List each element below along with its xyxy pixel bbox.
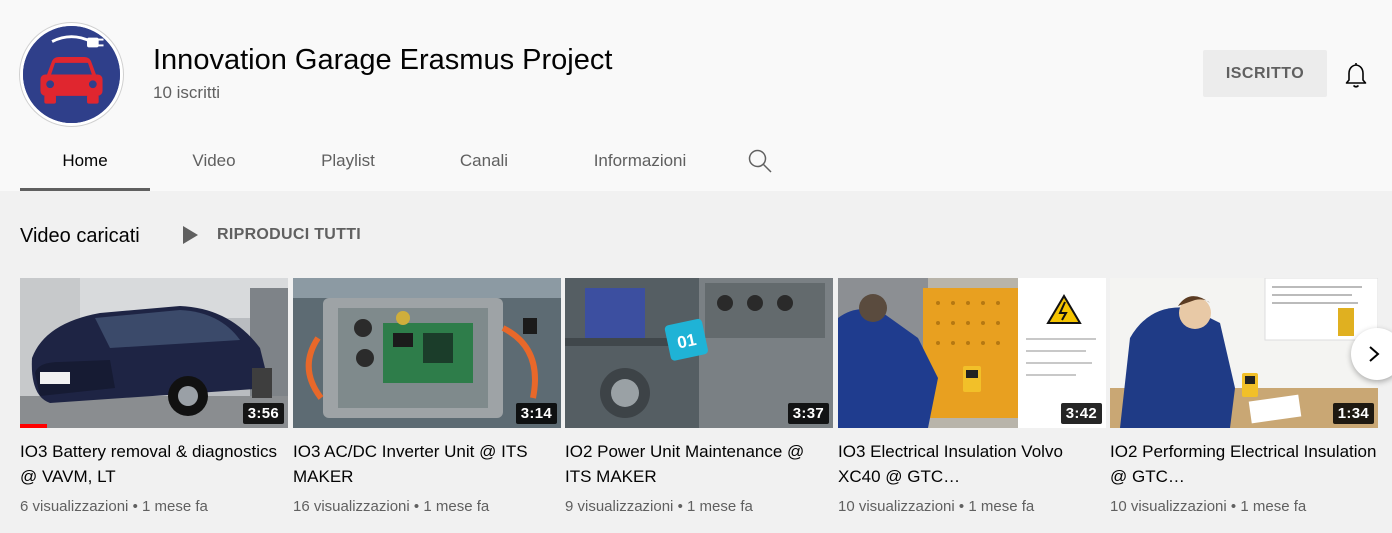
video-title[interactable]: IO3 Electrical Insulation Volvo XC40 @ G…: [838, 439, 1106, 489]
tab-video[interactable]: Video: [150, 130, 278, 191]
channel-avatar[interactable]: [20, 23, 123, 126]
play-all-label: RIPRODUCI TUTTI: [217, 226, 362, 243]
video-card[interactable]: 1:34 IO2 Performing Electrical Insulatio…: [1110, 278, 1378, 515]
subscribed-button[interactable]: ISCRITTO: [1203, 50, 1327, 97]
video-duration: 1:34: [1332, 403, 1374, 424]
video-duration: 3:56: [242, 403, 284, 424]
watch-progress-bar: [20, 424, 47, 428]
tab-canali[interactable]: Canali: [418, 130, 550, 191]
video-title[interactable]: IO3 Battery removal & diagnostics @ VAVM…: [20, 439, 288, 489]
video-title[interactable]: IO3 AC/DC Inverter Unit @ ITS MAKER: [293, 439, 561, 489]
video-title[interactable]: IO2 Performing Electrical Insulation @ G…: [1110, 439, 1378, 489]
tab-informazioni[interactable]: Informazioni: [550, 130, 730, 191]
tab-label: Informazioni: [593, 150, 687, 170]
subscriber-count: 10 iscritti: [153, 83, 221, 102]
channel-header: Innovation Garage Erasmus Project 10 isc…: [0, 0, 1392, 191]
video-meta: 16 visualizzazioni • 1 mese fa: [293, 498, 561, 515]
tab-label: Playlist: [321, 150, 375, 170]
video-meta: 6 visualizzazioni • 1 mese fa: [20, 498, 288, 515]
tab-playlist[interactable]: Playlist: [278, 130, 418, 191]
video-thumbnail[interactable]: 1:34: [1110, 278, 1378, 428]
view-count: 6 visualizzazioni: [20, 498, 129, 515]
video-duration: 3:37: [787, 403, 829, 424]
video-title[interactable]: IO2 Power Unit Maintenance @ ITS MAKER: [565, 439, 833, 489]
meta-separator: •: [677, 498, 683, 515]
upload-age: 1 mese fa: [968, 498, 1035, 515]
video-thumbnail[interactable]: 01 3:37: [565, 278, 833, 428]
upload-age: 1 mese fa: [423, 498, 490, 515]
channel-content: Video caricati RIPRODUCI TUTTI 3:56 IO3 …: [0, 191, 1392, 533]
view-count: 10 visualizzazioni: [1110, 498, 1227, 515]
video-thumbnail[interactable]: 3:56: [20, 278, 288, 428]
shelf-title: Video caricati: [20, 225, 140, 247]
step-badge: 01: [675, 330, 697, 353]
view-count: 16 visualizzazioni: [293, 498, 410, 515]
tab-label: Video: [192, 150, 236, 170]
video-duration: 3:14: [515, 403, 557, 424]
play-all-button[interactable]: RIPRODUCI TUTTI: [181, 225, 361, 245]
upload-age: 1 mese fa: [687, 498, 753, 515]
video-card[interactable]: 3:14 IO3 AC/DC Inverter Unit @ ITS MAKER…: [293, 278, 561, 515]
video-meta: 9 visualizzazioni • 1 mese fa: [565, 498, 833, 515]
bell-icon[interactable]: [1340, 58, 1372, 92]
tab-home[interactable]: Home: [20, 130, 150, 191]
play-icon: [183, 226, 198, 244]
channel-tabs: Home Video Playlist Canali Informazioni: [20, 130, 790, 191]
video-thumbnail[interactable]: 3:14: [293, 278, 561, 428]
tab-label: Home: [62, 150, 108, 170]
video-card[interactable]: 3:42 IO3 Electrical Insulation Volvo XC4…: [838, 278, 1106, 515]
upload-age: 1 mese fa: [1240, 498, 1307, 515]
meta-separator: •: [1230, 498, 1237, 515]
channel-title: Innovation Garage Erasmus Project: [153, 44, 613, 76]
video-duration: 3:42: [1060, 403, 1102, 424]
meta-separator: •: [413, 498, 420, 515]
video-card[interactable]: 3:56 IO3 Battery removal & diagnostics @…: [20, 278, 288, 515]
view-count: 9 visualizzazioni: [565, 498, 674, 515]
upload-age: 1 mese fa: [142, 498, 208, 515]
video-meta: 10 visualizzazioni • 1 mese fa: [838, 498, 1106, 515]
car-plug-logo-icon: [23, 26, 120, 123]
video-meta: 10 visualizzazioni • 1 mese fa: [1110, 498, 1378, 515]
view-count: 10 visualizzazioni: [838, 498, 955, 515]
tab-label: Canali: [459, 150, 509, 170]
meta-separator: •: [132, 498, 138, 515]
meta-separator: •: [958, 498, 965, 515]
video-card[interactable]: 01 3:37 IO2 Power Unit Maintenance @ ITS…: [565, 278, 833, 515]
video-thumbnail[interactable]: 3:42: [838, 278, 1106, 428]
search-icon[interactable]: [730, 130, 790, 191]
